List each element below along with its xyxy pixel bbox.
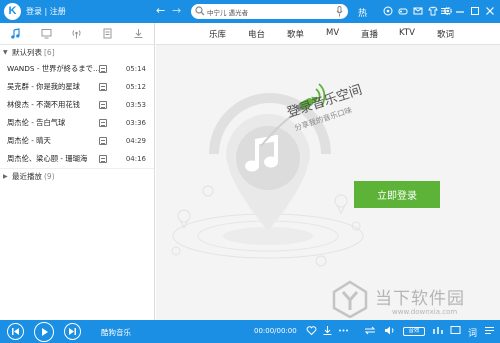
recent-list-label: 最近播放 xyxy=(12,171,42,181)
maximize-icon[interactable] xyxy=(469,4,481,18)
default-list-header[interactable]: ▼ 默认列表 [6] xyxy=(0,45,154,60)
watermark: 当下软件园 www.downxia.com xyxy=(330,280,500,320)
document-icon xyxy=(103,28,112,39)
login-now-button[interactable]: 立即登录 xyxy=(354,181,440,208)
lyrics-button[interactable]: 词 xyxy=(468,326,477,339)
top-bar: K 登录 | 注册 ← → 热 xyxy=(0,0,500,23)
more-icon[interactable] xyxy=(338,325,349,336)
song-duration: 04:29 xyxy=(125,137,146,145)
playlist-icon[interactable] xyxy=(484,325,495,336)
search-box xyxy=(191,4,348,19)
search-input[interactable] xyxy=(207,6,327,17)
default-list-count: [6] xyxy=(44,48,55,57)
song-title: WANDS - 世界が終るまで… xyxy=(7,64,99,73)
tab-library[interactable]: 乐库 xyxy=(209,28,226,40)
mv-icon[interactable] xyxy=(99,65,107,73)
next-icon xyxy=(69,328,76,335)
mv-icon[interactable] xyxy=(99,83,107,91)
previous-button[interactable] xyxy=(7,323,24,340)
game-icon[interactable] xyxy=(397,4,409,18)
watermark-name: 当下软件园 xyxy=(375,289,465,309)
tab-download[interactable] xyxy=(123,23,154,44)
song-duration: 05:12 xyxy=(125,83,146,91)
song-title: 周杰伦、梁心颐 - 珊瑚海 xyxy=(7,154,88,163)
login-promo: 登录音乐空间 分享我的音乐口味 立即登录 xyxy=(156,46,500,320)
loop-icon[interactable] xyxy=(364,325,376,336)
radio-icon xyxy=(72,30,82,39)
tab-ktv[interactable]: KTV xyxy=(399,28,415,38)
song-list: WANDS - 世界が終るまで… 05:14 吴克群 - 你是我的星球 05:12 林俊… xyxy=(0,60,154,168)
tab-music[interactable] xyxy=(0,23,31,44)
next-button[interactable] xyxy=(64,323,81,340)
watermark-url: www.downxia.com xyxy=(392,308,458,316)
main-nav: 乐库 电台 歌单 MV 直播 KTV 歌词 xyxy=(156,23,500,45)
song-row[interactable]: 林俊杰 - 不潮不用花钱 03:53 xyxy=(0,96,154,114)
song-title: 周杰伦 - 晴天 xyxy=(7,136,51,145)
login-register-link[interactable]: 登录 | 注册 xyxy=(26,6,66,17)
song-title: 周杰伦 - 告白气球 xyxy=(7,118,66,127)
tab-radio[interactable] xyxy=(62,23,93,44)
kugou-logo[interactable]: K xyxy=(4,3,21,20)
chevron-down-icon: ▼ xyxy=(3,49,8,56)
music-note-icon xyxy=(11,28,20,39)
song-duration: 05:14 xyxy=(125,65,146,73)
equalizer-icon[interactable] xyxy=(432,325,444,336)
download-manager-icon[interactable] xyxy=(382,4,394,18)
downxia-logo-icon xyxy=(332,280,368,318)
window-buttons xyxy=(439,4,496,18)
monitor-icon xyxy=(41,29,52,39)
song-row[interactable]: 吴克群 - 你是我的星球 05:12 xyxy=(0,78,154,96)
song-duration: 04:16 xyxy=(125,155,146,163)
download-icon xyxy=(134,29,143,38)
tab-playlists[interactable]: 歌单 xyxy=(287,28,304,40)
mv-icon[interactable] xyxy=(99,137,107,145)
music-space-illustration xyxy=(171,83,364,267)
mv-icon[interactable] xyxy=(99,101,107,109)
left-tab-bar xyxy=(0,23,154,45)
play-button[interactable] xyxy=(34,322,54,342)
default-list-label: 默认列表 xyxy=(12,48,42,57)
tab-radio-station[interactable]: 电台 xyxy=(248,28,265,40)
skin-icon[interactable] xyxy=(427,4,439,18)
mic-icon[interactable] xyxy=(336,6,343,17)
search-icon[interactable] xyxy=(195,6,205,16)
forward-arrow-icon[interactable]: → xyxy=(172,4,181,17)
tab-local[interactable] xyxy=(92,23,123,44)
song-duration: 03:53 xyxy=(125,101,146,109)
desktop-lyrics-icon[interactable] xyxy=(450,325,461,336)
tab-mv[interactable]: MV xyxy=(326,28,339,38)
song-title: 吴克群 - 你是我的星球 xyxy=(7,82,80,91)
tab-lyrics[interactable]: 歌词 xyxy=(437,28,454,40)
left-panel: ▼ 默认列表 [6] WANDS - 世界が終るまで… 05:14 吴克群 - 你是… xyxy=(0,23,155,320)
volume-icon[interactable] xyxy=(384,325,395,336)
now-playing-title: 酷狗音乐 xyxy=(101,328,131,337)
song-row[interactable]: WANDS - 世界が終るまで… 05:14 xyxy=(0,60,154,78)
previous-icon xyxy=(12,328,19,335)
recent-list-count: (9) xyxy=(44,171,55,181)
heart-icon[interactable] xyxy=(306,325,317,336)
minimize-icon[interactable] xyxy=(454,4,466,18)
close-icon[interactable] xyxy=(484,4,496,18)
chevron-right-icon: ▶ xyxy=(3,172,8,180)
player-bar: 酷狗音乐 00:00/00:00 音效 词 xyxy=(0,320,500,343)
song-row[interactable]: 周杰伦 - 告白气球 03:36 xyxy=(0,114,154,132)
song-title: 林俊杰 - 不潮不用花钱 xyxy=(7,100,80,109)
recent-list-header[interactable]: ▶ 最近播放 (9) xyxy=(0,168,154,183)
tab-video[interactable] xyxy=(31,23,62,44)
song-duration: 03:36 xyxy=(125,119,146,127)
mv-icon[interactable] xyxy=(99,119,107,127)
download-icon[interactable] xyxy=(322,325,333,336)
back-arrow-icon[interactable]: ← xyxy=(156,4,165,17)
play-time: 00:00/00:00 xyxy=(254,327,297,335)
tab-live[interactable]: 直播 xyxy=(361,28,378,40)
sound-effect-button[interactable]: 音效 xyxy=(403,327,425,336)
hot-icon[interactable]: 热 xyxy=(358,6,367,19)
main-area: 乐库 电台 歌单 MV 直播 KTV 歌词 登录音乐空间 分享我的音乐口味 立即… xyxy=(156,23,500,320)
play-icon xyxy=(41,328,48,336)
message-icon[interactable] xyxy=(412,4,424,18)
song-row[interactable]: 周杰伦、梁心颐 - 珊瑚海 04:16 xyxy=(0,150,154,168)
menu-icon[interactable] xyxy=(439,4,451,18)
song-row[interactable]: 周杰伦 - 晴天 04:29 xyxy=(0,132,154,150)
mv-icon[interactable] xyxy=(99,155,107,163)
